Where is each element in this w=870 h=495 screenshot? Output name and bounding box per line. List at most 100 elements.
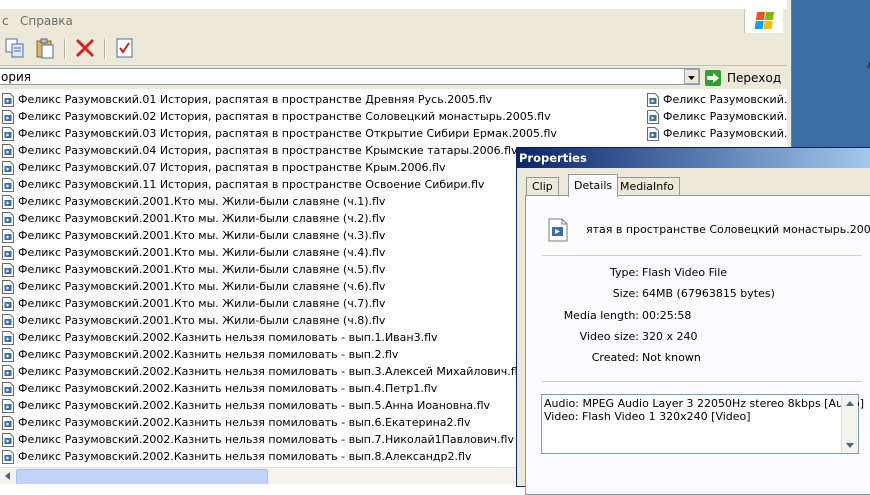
flv-file-icon: [2, 126, 14, 141]
file-row[interactable]: Феликс Разумовский.2001.Кто мы. Жили-был…: [0, 244, 385, 261]
file-row[interactable]: Феликс Разумовский.2002.Казнить нельзя п…: [0, 346, 398, 363]
file-name-label: Феликс Разумовский.2002.Казнить нельзя п…: [18, 399, 491, 412]
file-row[interactable]: Феликс Разумовский.11 История, распятая …: [0, 176, 484, 193]
triangle-up-icon[interactable]: [844, 397, 856, 409]
address-input[interactable]: ория: [0, 68, 700, 85]
file-row[interactable]: Феликс Разумовский.2001.Кто мы. Жили-был…: [0, 261, 385, 278]
toolbar: [0, 33, 787, 66]
info-vertical-scrollbar[interactable]: [841, 395, 858, 453]
go-label: Переход: [727, 70, 782, 85]
properties-dialog: Properties Clip Details MediaInfo ятая в…: [516, 147, 870, 495]
file-name-label: Феликс Разумовский.2002.Казнить нельзя п…: [18, 348, 399, 361]
file-row[interactable]: Феликс Разумовский.2001.Кто мы. Жили-был…: [0, 295, 385, 312]
file-row[interactable]: Феликс Разумовский.2002.Казнить нельзя п…: [0, 380, 437, 397]
file-name-label: Феликс Разумовский.04 История, распятая …: [18, 144, 518, 157]
flv-file-icon: [2, 211, 14, 226]
file-row[interactable]: Феликс Разумовский.2001.Кто мы. Жили-был…: [0, 193, 385, 210]
file-row[interactable]: Феликс Разумовский.2002.Казнить нельзя п…: [0, 329, 438, 346]
file-row[interactable]: Феликс Разумовский.2002.Казнить нельзя п…: [0, 397, 490, 414]
flv-file-icon: [2, 449, 14, 464]
go-button[interactable]: Переход: [705, 68, 785, 87]
file-row[interactable]: Феликс Разумовский.2001.Кто мы. Жили-был…: [0, 210, 385, 227]
file-name-label: Феликс Разумовский.07 История, распятая …: [18, 161, 446, 174]
tab-clip[interactable]: Clip: [526, 177, 559, 196]
delete-x-icon: [74, 37, 96, 62]
file-name-label: Феликс Разумовский.2001.Кто мы. Жили-был…: [18, 314, 386, 327]
file-row[interactable]: Феликс Разумовский.2002.Казнить нельзя п…: [0, 414, 470, 431]
copy-icon: [4, 37, 26, 62]
file-row[interactable]: Феликс Разумовский.04 История, распятая …: [0, 142, 518, 159]
file-name-label: Феликс Разумовский.11 История, распятая …: [18, 178, 485, 191]
address-dropdown-button[interactable]: [684, 69, 699, 84]
file-row[interactable]: Феликс Разумовский.2001.Кто мы. Жили-был…: [0, 227, 385, 244]
scroll-left-button[interactable]: [0, 469, 15, 484]
copy-button[interactable]: [3, 37, 27, 61]
file-row[interactable]: Феликс Разумовский.2002.Казнить нельзя п…: [0, 448, 471, 465]
flv-file-icon: [2, 415, 14, 430]
stream-info-box[interactable]: Audio: MPEG Audio Layer 3 22050Hz stereo…: [541, 394, 864, 454]
menu-bar: с Справка: [0, 9, 787, 34]
type-label: Type:: [610, 266, 639, 279]
size-label: Size:: [612, 287, 639, 300]
flv-file-icon: [2, 109, 14, 124]
flv-file-icon: [2, 143, 14, 158]
file-row[interactable]: Феликс Разумовский.2002.Казнить нельзя п…: [0, 431, 514, 448]
file-name-label: Феликс Разумовский.02 История, распятая …: [18, 110, 551, 123]
flv-file-icon: [2, 160, 14, 175]
flv-file-icon: [2, 228, 14, 243]
horizontal-scrollbar[interactable]: [0, 467, 517, 484]
file-row[interactable]: Феликс Разумовский.2001.Кто мы. Жили-был…: [0, 312, 385, 329]
file-name-label: Феликс Разумовский.2001.Кто мы. Жили-был…: [18, 229, 386, 242]
file-name-label: Феликс Разумовский.01 История, распятая …: [18, 93, 493, 106]
type-value: Flash Video File: [642, 266, 728, 279]
flv-file-icon: [2, 194, 14, 209]
file-name-label: Феликс Разумовский.2001.Кто мы. Жили-был…: [18, 212, 386, 225]
tab-mediainfo[interactable]: MediaInfo: [614, 177, 680, 196]
file-name-label: Феликс Разумовский.2002.Казнить нельзя п…: [18, 450, 472, 463]
file-name-label: Феликс Разумовский.2001.Кто мы. Жили-был…: [18, 263, 386, 276]
address-bar: ория Переход: [0, 66, 787, 89]
flv-file-icon: [2, 381, 14, 396]
file-row[interactable]: Феликс Разумовский.07 История, распятая …: [0, 159, 446, 176]
file-name-label: Феликс Разумовский.200: [663, 127, 787, 140]
triangle-down-icon[interactable]: [844, 439, 856, 451]
flv-file-icon: [2, 398, 14, 413]
file-name-label: Феликс Разумовский.2002.Казнить нельзя п…: [18, 331, 438, 344]
file-row[interactable]: Феликс Разумовский.2002.Казнить нельзя п…: [0, 363, 524, 380]
flv-file-icon: [2, 279, 14, 294]
separator: [542, 255, 862, 256]
chevron-down-icon: [688, 70, 695, 83]
properties-button[interactable]: [113, 37, 137, 61]
paste-icon: [34, 37, 56, 62]
file-row[interactable]: Феликс Разумовский.01 История, распятая …: [0, 91, 492, 108]
file-row[interactable]: Феликс Разумовский.2001.Кто мы. Жили-был…: [0, 278, 385, 295]
media-length-value: 00:25:58: [642, 309, 692, 322]
file-name-label: Феликс Разумовский.200: [663, 110, 787, 123]
menu-item-partial[interactable]: с: [2, 14, 9, 28]
file-row[interactable]: Феликс Разумовский.03 История, распятая …: [0, 125, 557, 142]
delete-button[interactable]: [73, 37, 97, 61]
tab-details[interactable]: Details: [568, 174, 619, 197]
flv-file-icon: [647, 92, 659, 107]
file-name-label: Феликс Разумовский.2001.Кто мы. Жили-был…: [18, 195, 386, 208]
file-name-label: Феликс Разумовский.03 История, распятая …: [18, 127, 557, 140]
file-row-col2[interactable]: Феликс Разумовский.200: [645, 108, 787, 125]
properties-check-icon: [114, 37, 136, 62]
paste-button[interactable]: [33, 37, 57, 61]
video-stream-line: Video: Flash Video 1 320x240 [Video]: [544, 410, 751, 423]
video-size-label: Video size:: [579, 330, 639, 343]
file-row-col2[interactable]: Феликс Разумовский.200: [645, 91, 787, 108]
menu-item-help[interactable]: Справка: [20, 14, 73, 28]
dialog-title-bar[interactable]: Properties: [517, 148, 870, 168]
file-name-label: Феликс Разумовский.2002.Казнить нельзя п…: [18, 382, 438, 395]
file-name-label: Феликс Разумовский.2001.Кто мы. Жили-был…: [18, 297, 386, 310]
flash-video-file-icon: [546, 218, 570, 242]
file-name-label: Феликс Разумовский.2002.Казнить нельзя п…: [18, 433, 514, 446]
video-size-value: 320 x 240: [642, 330, 698, 343]
scroll-thumb[interactable]: [16, 469, 268, 484]
file-row[interactable]: Феликс Разумовский.02 История, распятая …: [0, 108, 551, 125]
flv-file-icon: [647, 126, 659, 141]
file-name-label: Феликс Разумовский.2001.Кто мы. Жили-был…: [18, 246, 386, 259]
file-row-col2[interactable]: Феликс Разумовский.200: [645, 125, 787, 142]
flv-file-icon: [647, 109, 659, 124]
